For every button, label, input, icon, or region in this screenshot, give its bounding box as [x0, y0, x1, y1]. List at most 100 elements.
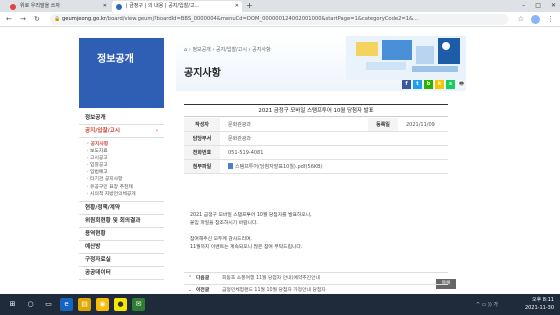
- edge-browser-icon[interactable]: e: [60, 298, 73, 311]
- browser-menu-icon[interactable]: ⋮: [547, 14, 554, 25]
- sidebar-item-opendata[interactable]: 공공데이터: [79, 267, 164, 280]
- main-content: ⌂ › 정보공개 › 공지/입찰/고시 › 공지사항 공지사항 f t b k …: [176, 28, 466, 294]
- search-icon[interactable]: ○: [24, 298, 37, 311]
- file-icon: [228, 163, 233, 169]
- chevron-right-icon: ›: [155, 128, 158, 134]
- breadcrumb-item[interactable]: 공지/입찰/고시: [216, 47, 247, 53]
- messenger-icon[interactable]: ✉: [132, 298, 145, 311]
- windows-taskbar: ⊞ ○ ▭ e ▤ ◉ ● ✉ ^ ▭ )) 가 오후 8:11 2021-11…: [0, 294, 560, 315]
- meta-row-file: 첨부파일 스탬프투어(당첨자발표10월).pdf(56KB): [184, 160, 448, 174]
- clock[interactable]: 오후 8:11 2021-11-30: [525, 296, 554, 312]
- meta-label: 담당부서: [184, 132, 220, 145]
- reload-button[interactable]: ↻: [34, 14, 40, 25]
- submenu-item-notice[interactable]: · 공지사항: [87, 141, 164, 148]
- submenu-item-council[interactable]: · 시의적 지방언의체공개: [87, 191, 164, 198]
- sidebar-item-committee[interactable]: 위원회현황 및 회의결과: [79, 215, 164, 228]
- address-bar[interactable]: 🔒 geumjeong.go.kr/board/view.geumj?board…: [50, 14, 508, 25]
- page-banner: ⌂ › 정보공개 › 공지/입찰/고시 › 공지사항 공지사항 f t b k …: [176, 36, 466, 91]
- tab-close-icon[interactable]: ✕: [235, 1, 239, 12]
- attachment-link[interactable]: 스탬프투어(당첨자발표10월).pdf(56KB): [220, 160, 448, 173]
- attachment-name: 스탬프투어(당첨자발표10월).pdf(56KB): [235, 164, 323, 170]
- sidebar-item-info[interactable]: 정보공개: [79, 112, 164, 125]
- url-host: geumjeong.go.kr: [62, 16, 107, 22]
- meta-value: 051-519-4081: [228, 150, 264, 156]
- submenu-item-bid[interactable]: · 입찰공고: [87, 162, 164, 169]
- breadcrumb-item[interactable]: 정보공개: [192, 47, 210, 53]
- kakao-share-icon[interactable]: k: [435, 80, 444, 89]
- browser-tab-active[interactable]: | 금정구 | 의 내용 | 공지/입찰/고... ✕: [112, 1, 242, 12]
- forward-button[interactable]: →: [20, 14, 26, 25]
- blog-share-icon[interactable]: b: [424, 80, 433, 89]
- sidebar-nav: 정보공개 공지/입찰/고시 › · 공지사항 · 보도자료 · 고시공고 · 입…: [79, 112, 164, 280]
- chevron-down-icon: ⌄: [187, 288, 193, 293]
- facebook-share-icon[interactable]: f: [402, 80, 411, 89]
- submenu-item-commendation[interactable]: · 유공구민 표창 추천제: [87, 184, 164, 191]
- submenu-item-legislation[interactable]: · 입법예고: [87, 169, 164, 176]
- tab-close-icon[interactable]: ✕: [103, 1, 107, 12]
- back-button[interactable]: ←: [6, 14, 12, 25]
- sidebar-submenu: · 공지사항 · 보도자료 · 고시공고 · 입찰공고 · 입법예고 · 타기관…: [79, 138, 164, 202]
- print-icon[interactable]: 🖶: [457, 80, 466, 89]
- breadcrumb-separator: ›: [212, 47, 215, 53]
- sidebar-item-label: 공지/입찰/고시: [85, 128, 120, 134]
- system-tray-icons[interactable]: ^ ▭ )) 가: [476, 301, 498, 308]
- sidebar-item-budget[interactable]: 예산방: [79, 241, 164, 254]
- window-controls: – □ ✕: [522, 0, 556, 12]
- start-button-icon[interactable]: ⊞: [6, 298, 19, 311]
- sidebar-item-status[interactable]: 현황/정책/계약: [79, 202, 164, 215]
- chrome-browser-icon[interactable]: ◉: [96, 298, 109, 311]
- sidebar-heading: 정보공개: [79, 38, 164, 108]
- twitter-share-icon[interactable]: t: [413, 80, 422, 89]
- tab-favicon-icon: [116, 4, 122, 10]
- address-bar-actions: ☆ ⋮: [518, 14, 554, 25]
- meta-label: 작성자: [184, 118, 220, 131]
- file-explorer-icon[interactable]: ▤: [78, 298, 91, 311]
- share-bar: f t b k s 🖶: [402, 80, 466, 89]
- post-title: 2021 금정구 모바일 스탬프투어 10월 당첨자 발표: [184, 104, 448, 117]
- home-icon[interactable]: ⌂: [184, 47, 187, 53]
- body-line: 11월까지 이벤트는 계속되오니 많은 참여 부탁드립니다.: [190, 245, 303, 250]
- meta-label: 전화번호: [184, 146, 220, 159]
- meta-row-author: 작성자 문화관광과 등록일 2021/11/09: [184, 118, 448, 132]
- maximize-button[interactable]: □: [535, 0, 541, 12]
- sidebar-item-archive[interactable]: 구정자료실: [79, 254, 164, 267]
- submenu-item-press[interactable]: · 보도자료: [87, 148, 164, 155]
- breadcrumb: ⌂ › 정보공개 › 공지/입찰/고시 › 공지사항: [184, 46, 271, 53]
- browser-tab[interactable]: 위로 우리말을 쓰자 ✕: [6, 1, 110, 12]
- browser-tab-bar: 위로 우리말을 쓰자 ✕ | 금정구 | 의 내용 | 공지/입찰/고... ✕…: [0, 0, 560, 12]
- close-window-button[interactable]: ✕: [551, 0, 556, 12]
- breadcrumb-separator: ›: [248, 47, 251, 53]
- clock-date: 2021-11-30: [524, 305, 554, 311]
- browser-toolbar: ← → ↻ 🔒 geumjeong.go.kr/board/view.geumj…: [0, 12, 560, 27]
- meta-label: 첨부파일: [184, 160, 220, 173]
- tab-title: | 금정구 | 의 내용 | 공지/입찰/고...: [126, 3, 200, 9]
- meta-value: 2021/11/09: [406, 122, 435, 128]
- meta-value: 문화관광과: [228, 122, 252, 128]
- sidebar-item-service[interactable]: 용역현황: [79, 228, 164, 241]
- url-path: /board/view.geumj?boardId=BBS_0000004&me…: [106, 16, 419, 22]
- submenu-item-public-notice[interactable]: · 고시공고: [87, 155, 164, 162]
- breadcrumb-separator: ›: [188, 47, 191, 53]
- next-post-title[interactable]: 회동호 소풍여행 11월 당첨자 안내(예약추진안내: [216, 276, 320, 281]
- new-tab-button[interactable]: +: [246, 0, 253, 12]
- body-line: 참여해주신 모두께 감사드리며,: [190, 237, 252, 242]
- bookmark-star-icon[interactable]: ☆: [518, 14, 524, 25]
- body-line: 붙임 파일을 참조하시기 바랍니다.: [190, 221, 258, 226]
- prev-post-label: 이전글: [196, 288, 210, 293]
- post-body: 2021 금정구 모바일 스탬프투어 10월 당첨자를 발표하오니, 붙임 파일…: [190, 212, 440, 252]
- prev-post-row[interactable]: ⌄ 이전글 금정민체험랜드 11월 10월 당첨자 가정안내 당첨자: [184, 284, 448, 294]
- kakaotalk-icon[interactable]: ●: [114, 298, 127, 311]
- task-view-icon[interactable]: ▭: [42, 298, 55, 311]
- breadcrumb-item[interactable]: 공지사항: [252, 47, 270, 53]
- meta-label: 등록일: [368, 118, 398, 131]
- page-title: 공지사항: [184, 68, 221, 79]
- submenu-item-other-agency[interactable]: · 타기관 공지사항: [87, 176, 164, 183]
- prev-post-title[interactable]: 금정민체험랜드 11월 10월 당첨자 가정안내 당첨자: [216, 288, 326, 293]
- profile-avatar[interactable]: [531, 15, 540, 24]
- tab-favicon-icon: [10, 4, 16, 10]
- minimize-button[interactable]: –: [522, 0, 525, 12]
- sidebar-item-notice-bid[interactable]: 공지/입찰/고시 ›: [79, 125, 164, 138]
- story-share-icon[interactable]: s: [446, 80, 455, 89]
- next-post-row[interactable]: ⌃ 다음글 회동호 소풍여행 11월 당첨자 안내(예약추진안내: [184, 272, 448, 284]
